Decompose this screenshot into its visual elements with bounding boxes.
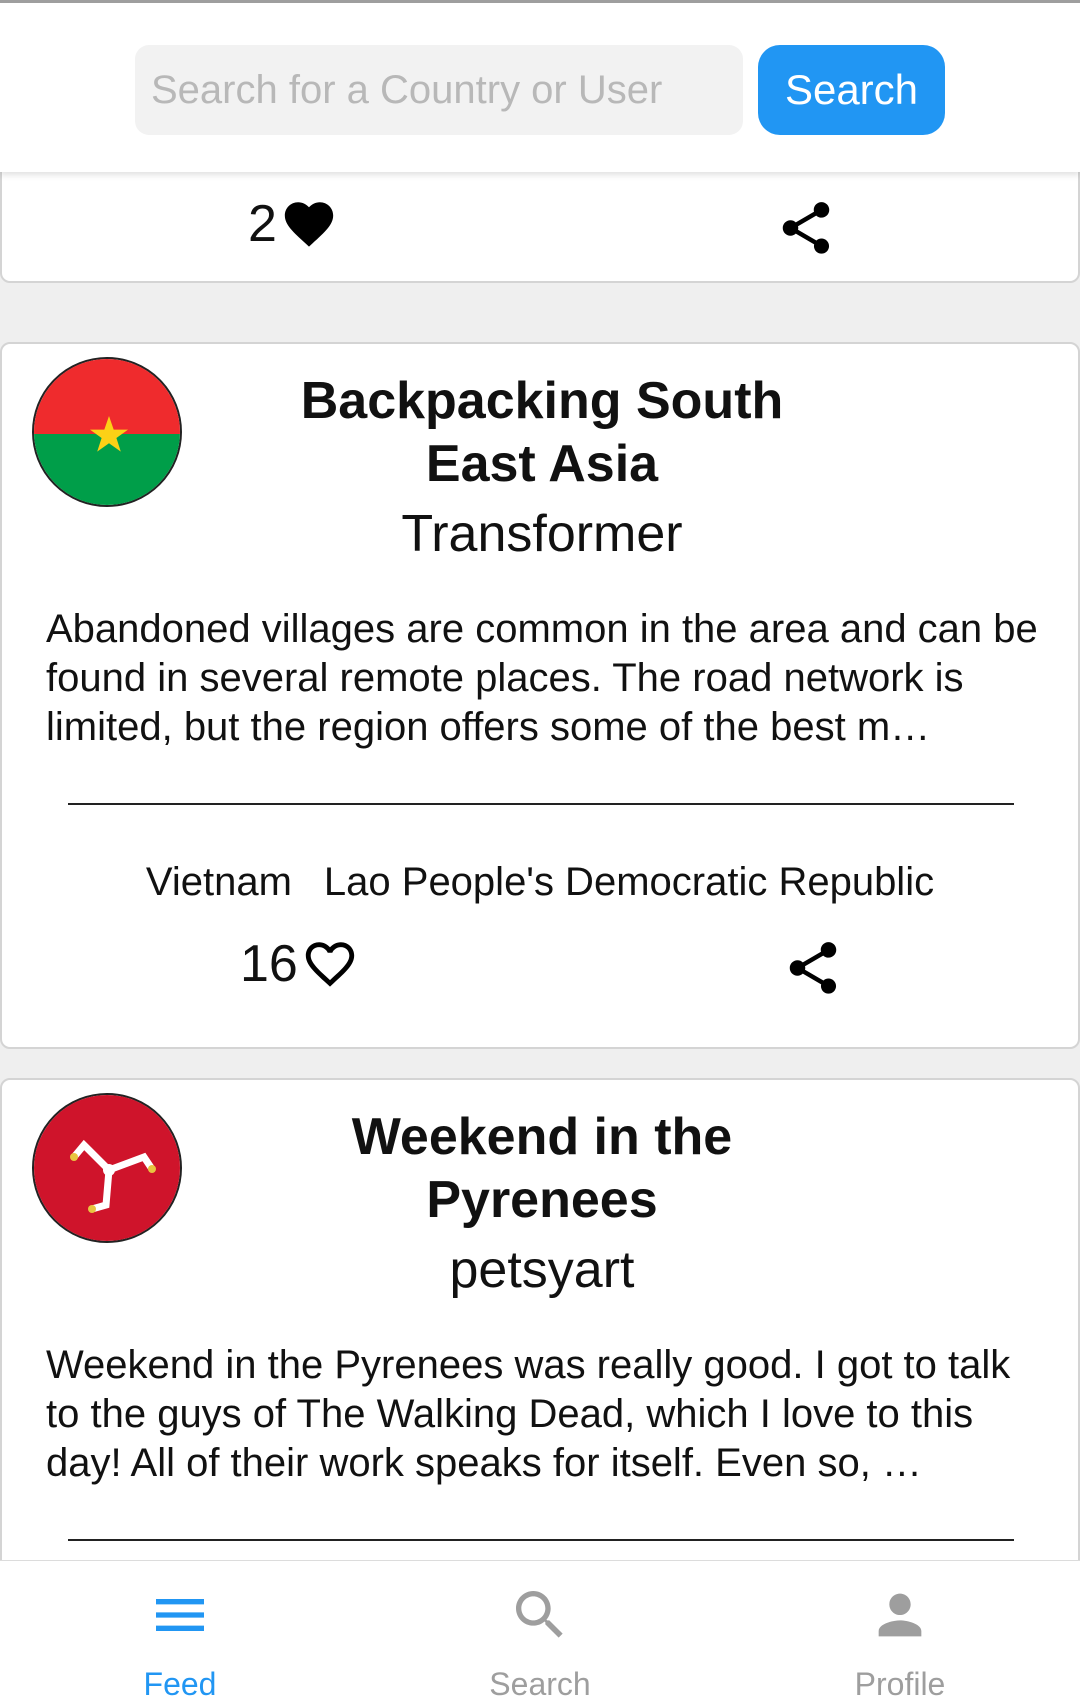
isle-of-man-flag-icon	[34, 1095, 180, 1241]
app-root: Search 2	[0, 0, 1080, 1706]
share-icon[interactable]	[782, 935, 844, 1001]
country-flag-avatar	[32, 1093, 182, 1243]
post-title-line: Pyrenees	[426, 1171, 658, 1229]
feed-list[interactable]: 2 Backpacking South East Asia Transforme…	[0, 172, 1080, 1560]
bottom-navigation: Feed Search Profile	[0, 1560, 1080, 1706]
person-icon	[878, 1593, 922, 1637]
search-icon	[516, 1591, 563, 1638]
menu-icon	[156, 1599, 204, 1631]
like-count: 16	[240, 935, 298, 993]
post-countries: Vietnam Lao People's Democratic Republic	[2, 857, 1078, 907]
nav-item-profile[interactable]: Profile	[720, 1561, 1080, 1706]
post-title-line: Weekend in the	[351, 1108, 733, 1166]
search-button[interactable]: Search	[758, 45, 945, 135]
post-card[interactable]: Backpacking South East Asia Transformer …	[0, 342, 1080, 1049]
heart-outline-icon	[305, 942, 355, 987]
like-button[interactable]: 2	[248, 195, 341, 253]
country-flag-avatar	[32, 357, 182, 507]
post-author[interactable]: Transformer	[242, 504, 842, 564]
post-actions: 16	[2, 929, 1078, 1009]
nav-label: Search	[489, 1666, 591, 1702]
post-divider	[68, 803, 1014, 805]
search-header: Search	[0, 0, 1080, 172]
nav-label: Profile	[854, 1666, 946, 1702]
post-card[interactable]: Weekend in the Pyrenees petsyart Weekend…	[0, 1078, 1080, 1560]
nav-label: Feed	[143, 1666, 217, 1702]
post-author[interactable]: petsyart	[242, 1240, 842, 1300]
post-body: Weekend in the Pyrenees was really good.…	[46, 1343, 1011, 1485]
post-title: Backpacking South East Asia	[242, 370, 842, 496]
post-title: Weekend in the Pyrenees	[242, 1106, 842, 1232]
post-card-partial: 2	[0, 172, 1080, 283]
post-title-line: East Asia	[425, 435, 659, 493]
like-button[interactable]: 16	[240, 935, 362, 993]
heart-filled-icon	[284, 202, 334, 247]
country-tag[interactable]: Vietnam	[146, 857, 292, 907]
nav-item-search[interactable]: Search	[360, 1561, 720, 1706]
search-input[interactable]	[135, 45, 743, 135]
post-divider	[68, 1539, 1014, 1541]
like-count: 2	[248, 195, 277, 253]
nav-item-feed[interactable]: Feed	[0, 1561, 360, 1706]
country-tag[interactable]: Lao People's Democratic Republic	[324, 857, 934, 907]
share-icon[interactable]	[775, 195, 837, 261]
burkina-faso-flag-icon	[34, 359, 180, 505]
post-title-line: Backpacking South	[300, 372, 784, 430]
post-body: Abandoned villages are common in the are…	[46, 607, 1038, 749]
post-actions: 2	[2, 189, 1078, 269]
